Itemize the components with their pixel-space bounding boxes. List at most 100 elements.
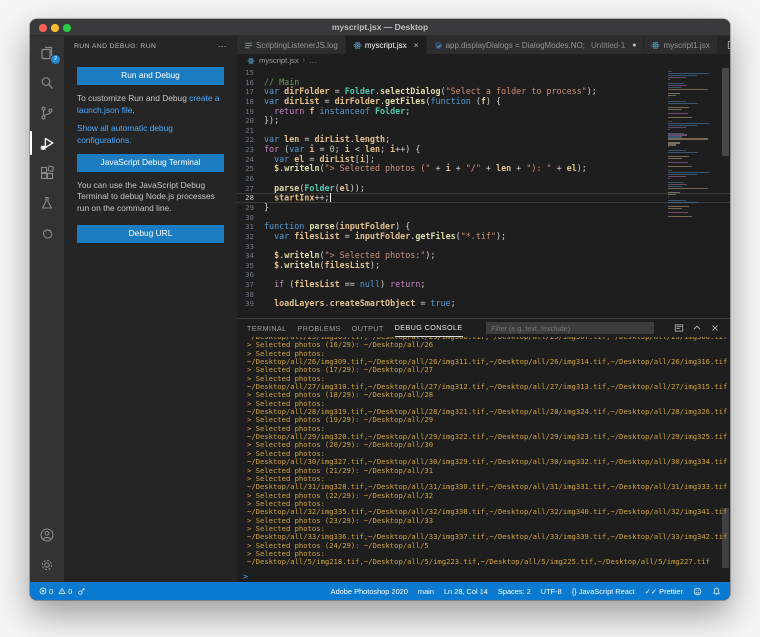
activity-bar: 2 — [30, 36, 64, 582]
code-line: 35 $.writeln(filesList); — [237, 261, 730, 271]
code-lines: 1516// Main17var dirFolder = Folder.sele… — [237, 68, 730, 309]
code-line: 32 var filesList = inputFolder.getFiles(… — [237, 232, 730, 242]
error-count-icon — [39, 587, 47, 595]
close-window-icon[interactable] — [39, 24, 47, 32]
console-line: ~/Desktop/all/5/img218.tif,~/Desktop/all… — [247, 558, 730, 566]
extensions-icon — [39, 165, 55, 181]
code-line: 28 startInx++; — [237, 193, 730, 203]
sidebar-item-testing[interactable] — [30, 188, 64, 218]
vscode-window: myscript.jsx — Desktop 2 — [30, 19, 730, 600]
terminal-help-text: You can use the JavaScript Debug Termina… — [77, 180, 224, 215]
tab-sublabel: Untitled-1 — [591, 41, 625, 50]
code-line: 19 return f instanceof Folder; — [237, 107, 730, 117]
jsx-file-icon — [247, 57, 255, 65]
tab-scriptinglistener-log[interactable]: ScriptingListenerJS.log — [237, 36, 346, 54]
problems-status[interactable]: 0 0 — [39, 587, 72, 596]
explorer-badge: 2 — [51, 55, 60, 64]
breadcrumb[interactable]: myscript.jsx › … — [237, 54, 730, 67]
feedback-smiley-icon — [693, 587, 702, 596]
panel-tab-problems[interactable]: PROBLEMS — [298, 320, 341, 337]
debug-url-button[interactable]: Debug URL — [77, 225, 224, 243]
traffic-lights — [39, 24, 71, 32]
editor-scrollbar[interactable] — [721, 67, 730, 318]
javascript-debug-terminal-button[interactable]: JavaScript Debug Terminal — [77, 154, 224, 172]
run-and-debug-icon — [39, 135, 56, 152]
close-panel-icon[interactable] — [710, 323, 720, 333]
open-in-editor-icon[interactable] — [674, 323, 684, 333]
panel-scrollbar-slider[interactable] — [722, 508, 729, 568]
status-git-branch[interactable]: main — [418, 587, 434, 596]
sidebar-item-extensions[interactable] — [30, 158, 64, 188]
console-prompt-icon: > — [243, 572, 248, 581]
hand-icon — [40, 226, 55, 241]
sidebar-title: RUN AND DEBUG: RUN — [74, 43, 156, 50]
breadcrumb-more[interactable]: … — [309, 56, 317, 65]
panel-tab-terminal[interactable]: TERMINAL — [247, 320, 287, 337]
code-editor[interactable]: 1516// Main17var dirFolder = Folder.sele… — [237, 67, 730, 318]
sidebar-item-search[interactable] — [30, 68, 64, 98]
panel-header: TERMINAL PROBLEMS OUTPUT DEBUG CONSOLE — [237, 319, 730, 337]
chevron-right-icon: › — [303, 57, 305, 64]
code-line: 20}); — [237, 116, 730, 126]
status-app-name[interactable]: Adobe Photoshop 2020 — [331, 587, 408, 596]
feedback-button[interactable] — [693, 587, 702, 596]
panel-tab-output[interactable]: OUTPUT — [352, 320, 384, 337]
minimize-window-icon[interactable] — [51, 24, 59, 32]
editor-tab-bar: ScriptingListenerJS.log myscript.jsx × — [237, 36, 730, 54]
title-bar: myscript.jsx — Desktop — [30, 19, 730, 36]
sidebar-more-actions-icon[interactable]: ⋯ — [218, 41, 227, 52]
debug-status-item[interactable] — [77, 587, 86, 596]
jsx-file-icon — [651, 41, 660, 50]
window-title: myscript.jsx — Desktop — [30, 19, 730, 36]
split-editor-icon[interactable] — [727, 40, 730, 50]
settings-button[interactable] — [30, 550, 64, 580]
maximize-panel-icon[interactable] — [692, 323, 702, 333]
editor-scrollbar-slider[interactable] — [722, 68, 729, 156]
breadcrumb-file[interactable]: myscript.jsx — [259, 56, 299, 65]
jsx-file-icon — [353, 41, 362, 50]
console-filter-box[interactable] — [486, 322, 654, 334]
bottom-panel: TERMINAL PROBLEMS OUTPUT DEBUG CONSOLE — [237, 318, 730, 582]
text-cursor — [330, 193, 331, 202]
run-and-debug-button[interactable]: Run and Debug — [77, 67, 224, 85]
account-button[interactable] — [30, 520, 64, 550]
console-filter-input[interactable] — [491, 324, 649, 333]
sidebar-item-run-and-debug[interactable] — [30, 128, 64, 158]
status-indentation[interactable]: Spaces: 2 — [498, 587, 531, 596]
notifications-button[interactable] — [712, 587, 721, 596]
debug-console-output: ~/Desktop/all/25/img305.tif,~/Desktop/al… — [237, 337, 730, 571]
dirty-indicator-icon: ● — [632, 42, 636, 49]
log-file-icon — [244, 41, 253, 50]
show-debug-configurations-link[interactable]: Show all automatic debug configurations. — [77, 123, 224, 147]
close-tab-icon[interactable]: × — [414, 40, 419, 50]
status-language-mode[interactable]: {} JavaScript React — [572, 587, 635, 596]
tab-untitled-1[interactable]: app.displayDialogs = DialogModes.NO; Unt… — [427, 36, 645, 54]
untitled-file-icon — [434, 41, 443, 50]
source-control-icon — [39, 105, 55, 121]
customize-help-text: To customize Run and Debug create a laun… — [77, 93, 224, 117]
testing-beaker-icon — [39, 195, 55, 211]
status-bar: 0 0 Adobe Photoshop 2020 main Ln 28, Col… — [30, 582, 730, 600]
sidebar-item-source-control[interactable] — [30, 98, 64, 128]
code-line: 25 $.writeln("> Selected photos (" + i +… — [237, 164, 730, 174]
status-formatter[interactable]: ✓✓Prettier — [645, 587, 683, 596]
minimap[interactable] — [668, 69, 720, 218]
code-line: 29} — [237, 203, 730, 213]
panel-tab-debug-console[interactable]: DEBUG CONSOLE — [395, 319, 463, 337]
debug-console-input[interactable]: > — [237, 571, 730, 582]
search-icon — [39, 75, 55, 91]
warning-count-icon — [58, 587, 66, 595]
check-icon: ✓✓ — [645, 587, 658, 596]
status-encoding[interactable]: UTF-8 — [541, 587, 562, 596]
sidebar-item-explorer[interactable]: 2 — [30, 38, 64, 68]
sidebar-item-extension-hand[interactable] — [30, 218, 64, 248]
code-line: 15 — [237, 68, 730, 78]
zoom-window-icon[interactable] — [63, 24, 71, 32]
code-line: 37 if (filesList == null) return; — [237, 280, 730, 290]
tab-myscript-jsx[interactable]: myscript.jsx × — [346, 36, 427, 54]
account-icon — [39, 527, 55, 543]
run-and-debug-sidebar: RUN AND DEBUG: RUN ⋯ Run and Debug To cu… — [64, 36, 237, 582]
status-cursor-position[interactable]: Ln 28, Col 14 — [444, 587, 488, 596]
tab-myscript1-jsx[interactable]: myscript1.jsx — [644, 36, 717, 54]
code-line: 39 loadLayers.createSmartObject = true; — [237, 299, 730, 309]
